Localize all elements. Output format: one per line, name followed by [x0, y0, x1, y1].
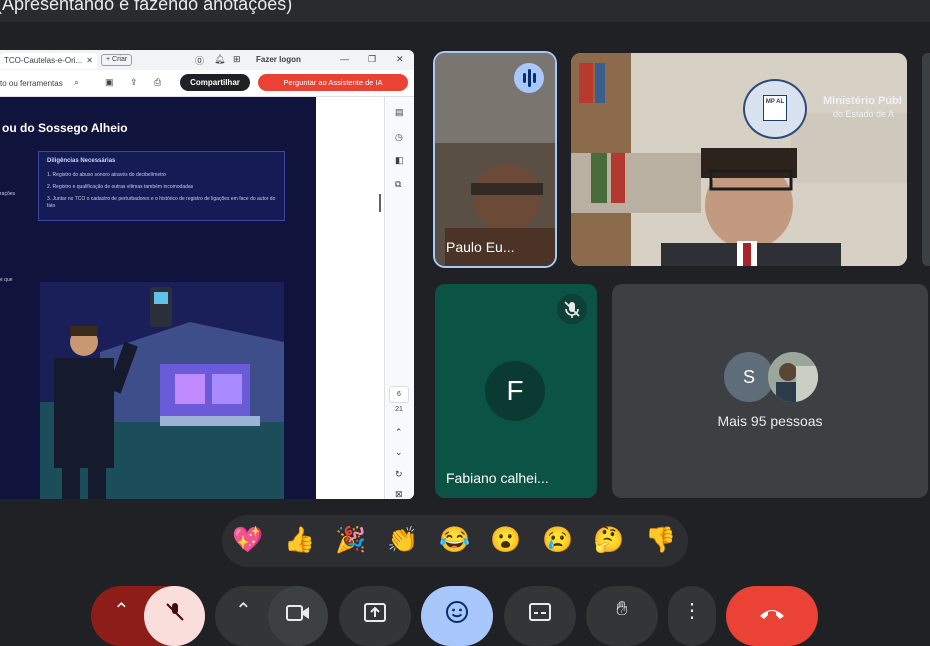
more-participants-label: Mais 95 pessoas: [717, 413, 823, 429]
camera-icon: [286, 605, 309, 621]
share-button[interactable]: Compartilhar: [180, 74, 250, 91]
thinking-reaction-button[interactable]: 🤔: [593, 525, 624, 555]
thumbs-up-reaction-button[interactable]: 👍: [284, 525, 315, 555]
reactions-bar: 💖 👍 🎉 👏 😂 😮 😢 🤔 👎: [222, 515, 688, 567]
side-word: e que: [0, 277, 13, 283]
apps-grid-icon[interactable]: ⊞: [233, 54, 241, 65]
close-window-icon[interactable]: ✕: [396, 54, 404, 65]
camera-toggle-button[interactable]: [268, 586, 328, 646]
side-word: rações: [0, 191, 16, 197]
chevron-up-icon[interactable]: ⌃: [395, 427, 403, 438]
presentation-banner: (Apresentando e fazendo anotações): [0, 0, 930, 22]
mic-off-icon: [557, 294, 587, 324]
clapping-reaction-button[interactable]: 👏: [387, 525, 418, 555]
box-heading: Diligências Necessárias: [47, 158, 116, 164]
thumbs-down-reaction-button[interactable]: 👎: [645, 525, 676, 555]
ai-icon[interactable]: ▤: [395, 107, 404, 118]
end-call-icon: [760, 610, 784, 619]
mic-toggle-button[interactable]: [144, 586, 205, 646]
minimize-icon[interactable]: —: [340, 54, 349, 64]
mp-logo-icon: MP AL: [743, 79, 807, 139]
crying-reaction-button[interactable]: 😢: [542, 525, 573, 555]
pdf-toolbar: to ou ferramentas ⌕ ▣ ⇪ ⎙ Compartilhar P…: [0, 70, 414, 97]
participant-tile-ministerio[interactable]: MP AL Ministério Públ do Estado de A: [571, 53, 907, 266]
comment-icon[interactable]: ◷: [395, 132, 403, 143]
avatar: S: [724, 352, 774, 402]
mp-logo-subtext: do Estado de A: [833, 109, 895, 119]
smiley-icon: [446, 601, 468, 623]
browser-tab-bar: TCO-Cautelas-e-Ori... ✕ + Criar ⓪ 🔔︎ ⊞ F…: [0, 50, 414, 70]
more-options-button[interactable]: ⋮: [668, 586, 716, 646]
pdf-page: ou do Sossego Alheio rações e que Diligê…: [0, 97, 316, 499]
presentation-title: (Apresentando e fazendo anotações): [0, 0, 293, 14]
participant-tile-fabiano[interactable]: F Fabiano calhei...: [435, 284, 597, 498]
speaking-icon: [514, 63, 544, 93]
avatar-photo: [768, 352, 818, 402]
fit-page-icon[interactable]: ⊠: [395, 489, 403, 499]
camera-control-group[interactable]: ⌃: [215, 586, 328, 646]
more-participants-tile[interactable]: S Mais 95 pessoas: [612, 284, 928, 498]
participant-tile-paulo[interactable]: Paulo Eu...: [435, 53, 555, 266]
tab-title: TCO-Cautelas-e-Ori...: [4, 56, 83, 65]
search-icon[interactable]: ⌕: [74, 77, 79, 88]
partial-tile: [922, 53, 930, 266]
party-popper-reaction-button[interactable]: 🎉: [335, 525, 366, 555]
participant-name: Fabiano calhei...: [446, 470, 549, 486]
shared-screen[interactable]: TCO-Cautelas-e-Ori... ✕ + Criar ⓪ 🔔︎ ⊞ F…: [0, 50, 414, 499]
chevron-down-icon[interactable]: ⌄: [395, 447, 403, 458]
present-icon: [364, 603, 386, 622]
diligences-box: Diligências Necessárias 1. Registro do a…: [38, 151, 285, 221]
police-illustration: [40, 282, 284, 499]
pdf-side-toolbar: ▤ ◷ ◧ ⧉ ⌃ ⌄ ↻ ⊠ ⊕ ⊖: [384, 97, 414, 499]
participant-name: Paulo Eu...: [446, 239, 515, 255]
mp-badge: MP AL: [763, 95, 787, 121]
document-title: ou do Sossego Alheio: [2, 121, 128, 135]
restore-icon[interactable]: ❐: [368, 54, 376, 65]
login-button[interactable]: Fazer logon: [256, 55, 301, 64]
present-screen-button[interactable]: [339, 586, 411, 646]
chevron-up-icon[interactable]: ⌃: [235, 598, 252, 623]
ai-assistant-button[interactable]: Perguntar ao Assistente de IA: [258, 74, 408, 91]
pdf-margin: [316, 97, 383, 499]
box-item: 3. Juntar no TCO o cadastro de perturbad…: [47, 196, 276, 209]
captions-icon: [529, 603, 551, 621]
tools-text: to ou ferramentas: [0, 79, 63, 88]
avatar: F: [485, 361, 545, 421]
hand-icon: ✋︎: [616, 598, 628, 620]
participant-video: [571, 53, 907, 266]
captions-button[interactable]: [504, 586, 576, 646]
upload-icon[interactable]: ⇪: [130, 77, 138, 88]
bell-icon[interactable]: 🔔︎: [214, 54, 225, 65]
page-total: 21: [395, 406, 403, 413]
scrollbar[interactable]: [379, 194, 381, 212]
help-icon[interactable]: ⓪: [195, 54, 204, 67]
sparkling-heart-reaction-button[interactable]: 💖: [232, 525, 263, 555]
tab-close-icon[interactable]: ✕: [86, 56, 93, 65]
page-number-input[interactable]: 6: [389, 386, 409, 403]
chevron-up-icon[interactable]: ⌃: [113, 598, 130, 623]
save-icon[interactable]: ▣: [105, 77, 114, 88]
box-item: 1. Registro do abuso sonoro através do d…: [47, 172, 166, 178]
mic-control-group[interactable]: ⌃: [91, 586, 205, 646]
leave-call-button[interactable]: [726, 586, 818, 646]
reactions-button[interactable]: [421, 586, 493, 646]
browser-tab[interactable]: TCO-Cautelas-e-Ori... ✕: [0, 53, 97, 69]
raise-hand-button[interactable]: ✋︎: [586, 586, 658, 646]
copy-icon[interactable]: ⧉: [395, 179, 401, 190]
mp-logo-text: Ministério Públ: [823, 95, 902, 107]
refresh-icon[interactable]: ↻: [395, 469, 403, 480]
box-item: 2. Registro e qualificação de outras vít…: [47, 184, 194, 190]
print-icon[interactable]: ⎙: [154, 77, 161, 88]
laughing-reaction-button[interactable]: 😂: [439, 525, 470, 555]
new-tab-button[interactable]: + Criar: [101, 54, 133, 66]
surprised-reaction-button[interactable]: 😮: [490, 525, 521, 555]
sign-icon[interactable]: ◧: [395, 155, 404, 166]
more-vert-icon: ⋮: [682, 600, 702, 622]
mic-off-icon: [166, 603, 184, 621]
